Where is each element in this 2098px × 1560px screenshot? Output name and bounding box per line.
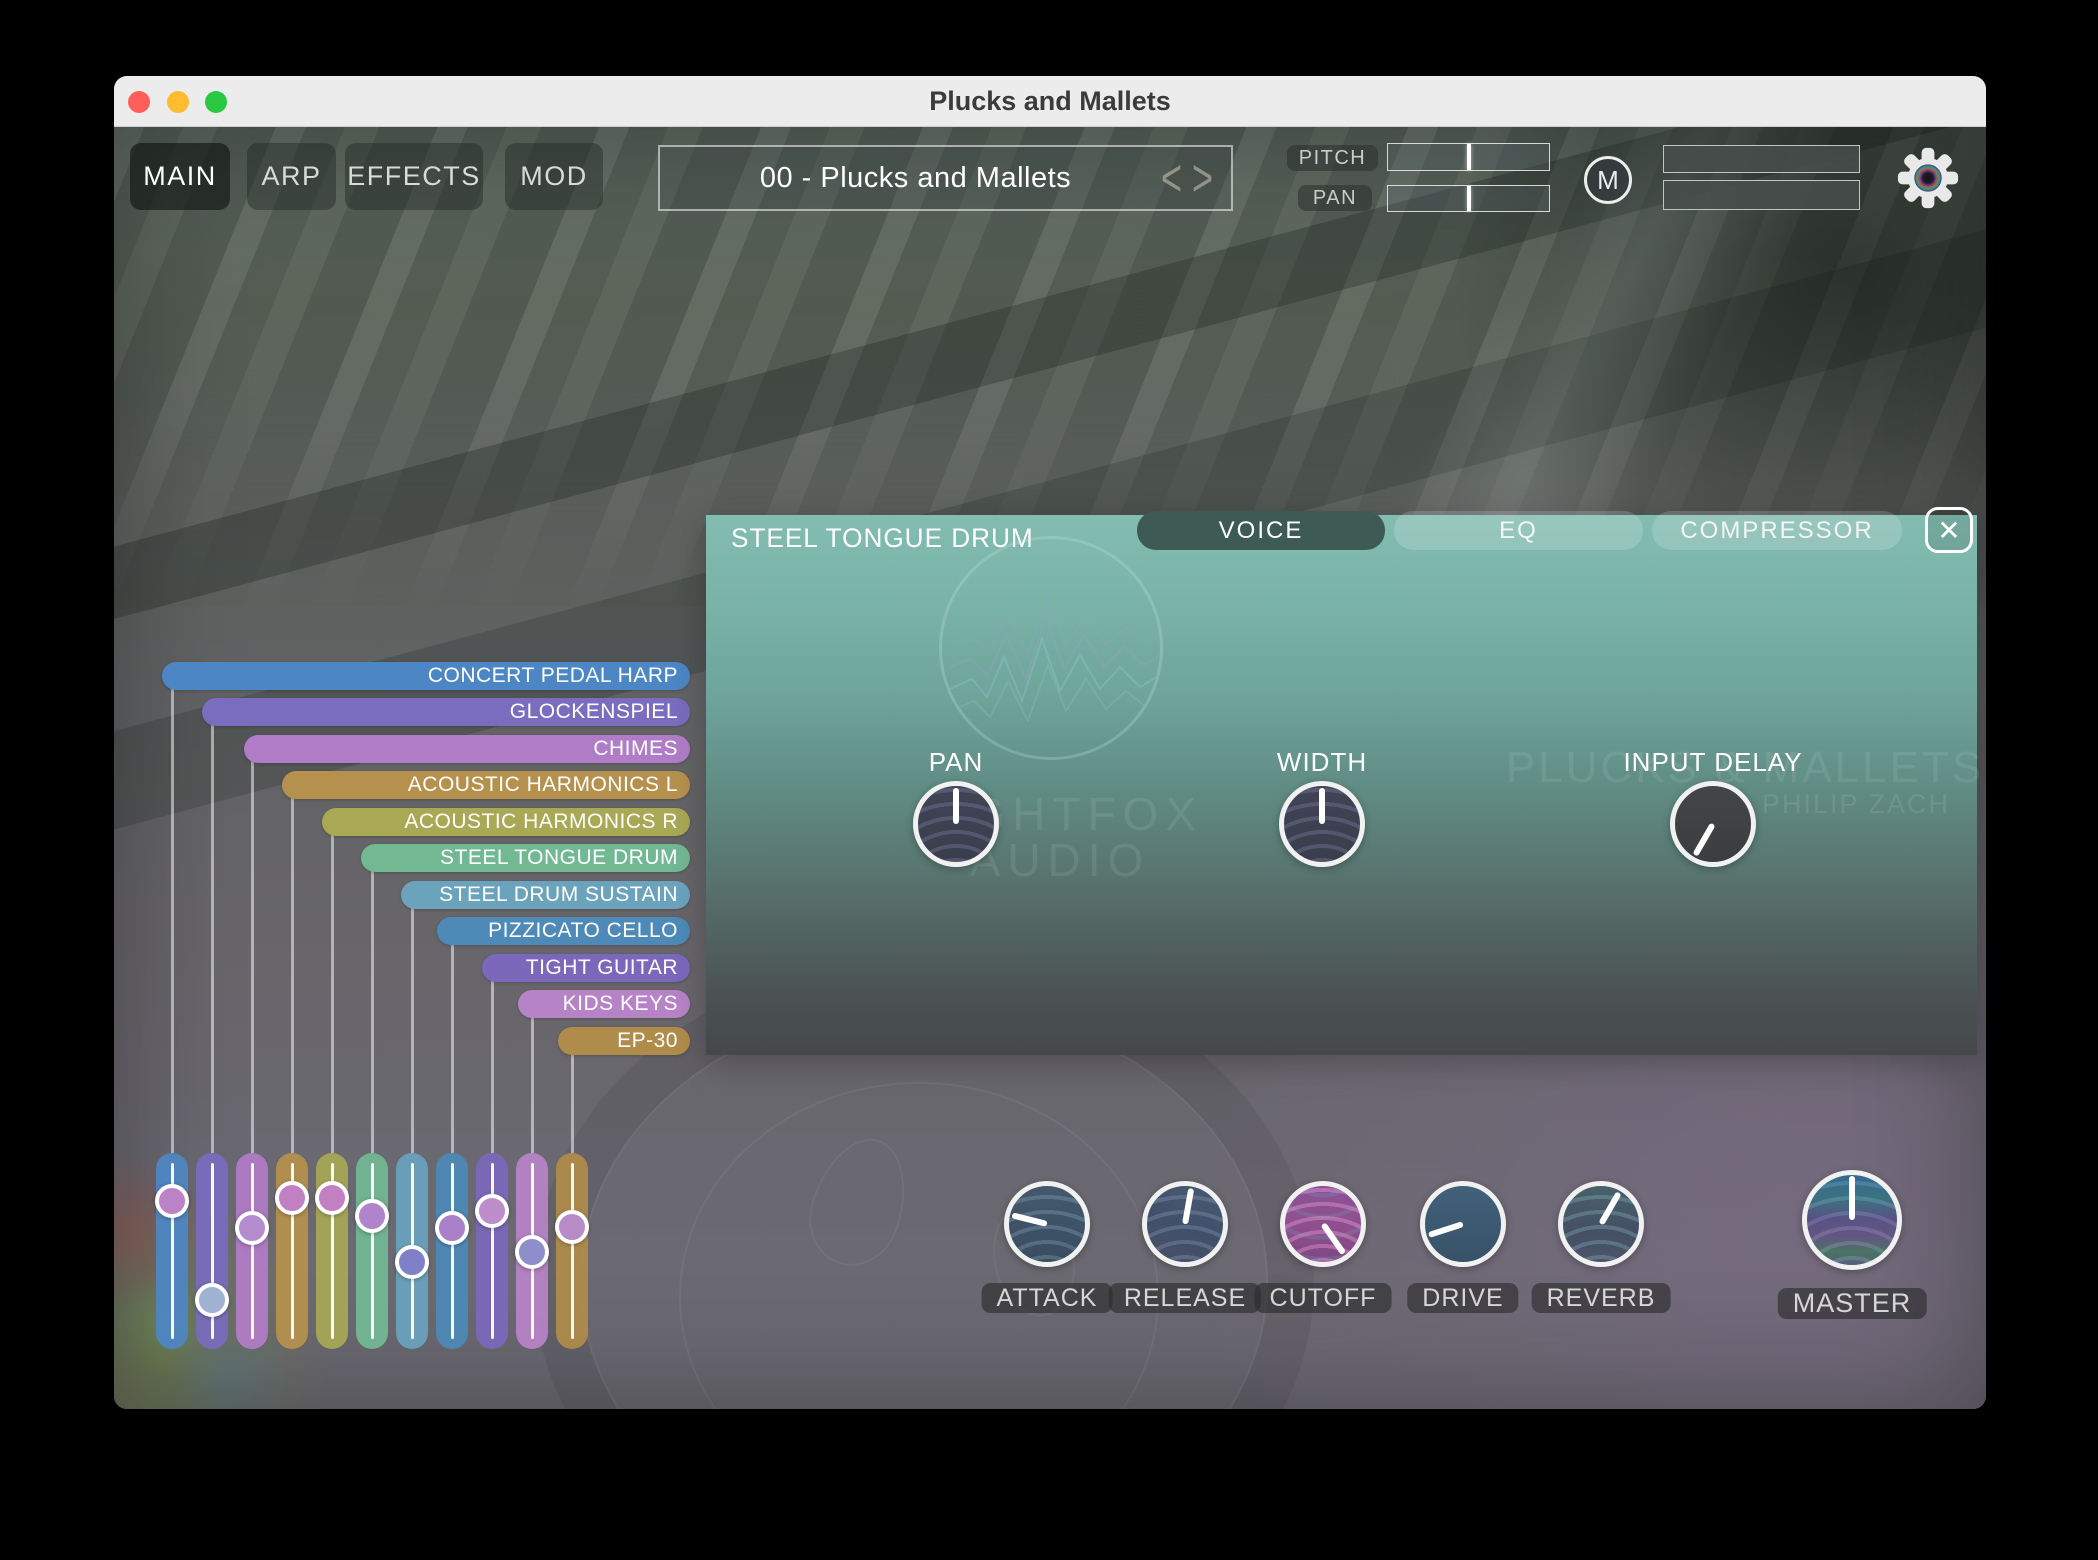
channel-pill-steel-drum-sustain[interactable]: STEEL DRUM SUSTAIN <box>401 881 690 909</box>
plugin-window: Plucks and Mallets MAIN ARP EFFECTS MOD … <box>114 76 1986 1409</box>
tab-arp[interactable]: ARP <box>247 143 336 210</box>
channel-pill-acoustic-harmonics-l[interactable]: ACOUSTIC HARMONICS L <box>282 771 690 799</box>
channel-connector-line <box>531 1012 534 1153</box>
knob-label-drive: DRIVE <box>1407 1283 1518 1313</box>
channel-pill-glockenspiel[interactable]: GLOCKENSPIEL <box>202 698 690 726</box>
channel-pill-acoustic-harmonics-r[interactable]: ACOUSTIC HARMONICS R <box>322 808 690 836</box>
knob-label-master: MASTER <box>1778 1288 1927 1319</box>
fader-handle-ep-30[interactable] <box>555 1210 589 1244</box>
channel-pill-pizzicato-cello[interactable]: PIZZICATO CELLO <box>437 917 690 945</box>
preset-arrows: < > <box>1111 160 1231 196</box>
tab-effects[interactable]: EFFECTS <box>345 143 483 210</box>
channel-connector-line <box>291 793 294 1153</box>
panel-knob-width[interactable] <box>1279 781 1365 867</box>
tab-mod[interactable]: MOD <box>505 143 603 210</box>
channel-pill-kids-keys[interactable]: KIDS KEYS <box>518 990 690 1018</box>
level-meter-left <box>1663 145 1860 173</box>
panel-knob-pan[interactable] <box>913 781 999 867</box>
close-icon: ✕ <box>1937 514 1960 547</box>
knob-label-release: RELEASE <box>1109 1283 1261 1313</box>
fader-handle-chimes[interactable] <box>235 1211 269 1245</box>
fader-track-line <box>251 1163 254 1339</box>
pitch-slider[interactable] <box>1387 143 1550 171</box>
panel-knob-label-input-delay: INPUT DELAY <box>1623 747 1802 778</box>
pan-slider-handle[interactable] <box>1467 186 1471 211</box>
panel-knob-indicator <box>1319 788 1325 824</box>
fader-track-line <box>491 1163 494 1339</box>
panel-knob-label-pan: PAN <box>929 747 984 778</box>
channel-connector-line <box>411 903 414 1153</box>
level-meter-right <box>1663 180 1860 210</box>
fader-track-line <box>451 1163 454 1339</box>
preset-name: 00 - Plucks and Mallets <box>660 162 1111 195</box>
panel-knob-label-width: WIDTH <box>1277 747 1367 778</box>
channel-connector-line <box>491 976 494 1153</box>
fader-handle-kids-keys[interactable] <box>515 1235 549 1269</box>
preset-selector[interactable]: 00 - Plucks and Mallets < > <box>658 145 1233 211</box>
channel-pill-steel-tongue-drum[interactable]: STEEL TONGUE DRUM <box>361 844 690 872</box>
settings-gear-icon[interactable] <box>1897 147 1959 209</box>
channel-connector-line <box>251 757 254 1153</box>
fader-handle-concert-pedal-harp[interactable] <box>155 1184 189 1218</box>
channel-connector-line <box>331 830 334 1153</box>
channel-pill-chimes[interactable]: CHIMES <box>244 735 690 763</box>
knob-label-attack: ATTACK <box>982 1283 1113 1313</box>
fader-handle-steel-tongue-drum[interactable] <box>355 1199 389 1233</box>
channel-connector-line <box>571 1049 574 1153</box>
panel-tab-voice[interactable]: VOICE <box>1137 511 1385 550</box>
preset-next-icon[interactable]: > <box>1192 152 1213 204</box>
watermark-brand-line2: AUDIO <box>970 833 1151 887</box>
channel-pill-ep-30[interactable]: EP-30 <box>558 1027 690 1055</box>
mono-button[interactable]: M <box>1584 156 1632 204</box>
voice-editor-panel: STEEL TONGUE DRUM VOICE EQ COMPRESSOR ✕ … <box>706 515 1977 1055</box>
panel-knob-input-delay[interactable] <box>1670 781 1756 867</box>
panel-tab-compressor[interactable]: COMPRESSOR <box>1652 511 1902 550</box>
tab-main[interactable]: MAIN <box>130 143 230 210</box>
channel-pill-tight-guitar[interactable]: TIGHT GUITAR <box>482 954 690 982</box>
fader-handle-pizzicato-cello[interactable] <box>435 1211 469 1245</box>
panel-tab-eq[interactable]: EQ <box>1394 511 1643 550</box>
pitch-label: PITCH <box>1287 145 1378 171</box>
preset-prev-icon[interactable]: < <box>1161 152 1182 204</box>
panel-title: STEEL TONGUE DRUM <box>731 523 1034 554</box>
knob-label-cutoff: CUTOFF <box>1255 1283 1392 1313</box>
channel-pill-concert-pedal-harp[interactable]: CONCERT PEDAL HARP <box>162 662 690 690</box>
fader-track-line <box>571 1163 574 1339</box>
fader-handle-glockenspiel[interactable] <box>195 1283 229 1317</box>
window-title: Plucks and Mallets <box>114 76 1986 127</box>
panel-knob-indicator <box>1692 823 1715 857</box>
pan-label: PAN <box>1298 185 1372 211</box>
channel-connector-line <box>171 684 174 1153</box>
fader-handle-acoustic-harmonics-r[interactable] <box>315 1181 349 1215</box>
knob-label-reverb: REVERB <box>1532 1283 1671 1313</box>
lightfox-logo-watermark <box>939 536 1163 760</box>
watermark-author-name: PHILIP ZACH <box>1762 789 1950 820</box>
channel-connector-line <box>371 866 374 1153</box>
panel-knob-indicator <box>953 788 959 824</box>
channel-connector-line <box>451 939 454 1153</box>
fader-handle-steel-drum-sustain[interactable] <box>395 1245 429 1279</box>
panel-close-button[interactable]: ✕ <box>1925 507 1973 553</box>
pitch-slider-handle[interactable] <box>1467 144 1471 170</box>
fader-track-line <box>371 1163 374 1339</box>
fader-handle-acoustic-harmonics-l[interactable] <box>275 1181 309 1215</box>
pan-slider[interactable] <box>1387 185 1550 212</box>
titlebar: Plucks and Mallets <box>114 76 1986 127</box>
channel-connector-line <box>211 720 214 1153</box>
fader-handle-tight-guitar[interactable] <box>475 1194 509 1228</box>
